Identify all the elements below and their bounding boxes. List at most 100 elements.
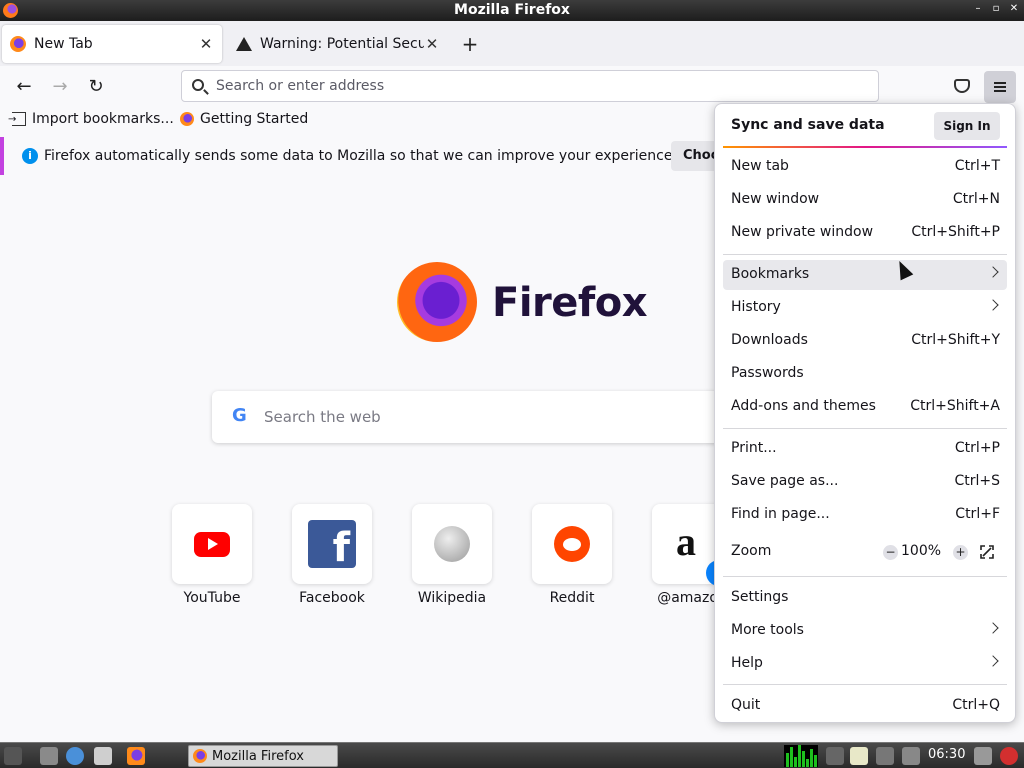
menu-item-label: Help [731,655,763,671]
maximize-button[interactable]: ▫ [990,3,1002,14]
volume-icon[interactable] [826,747,844,765]
menu-sync-header: Sync and save data Sign In [715,104,1015,148]
close-window-button[interactable]: ✕ [1008,3,1020,14]
tab-label: Warning: Potential Securi [260,36,424,52]
web-search-box[interactable]: G [212,391,752,443]
menu-item-find-in-page[interactable]: Find in page... Ctrl+F [723,500,1007,530]
chevron-right-icon [987,622,999,634]
menu-item-label: Bookmarks [731,266,810,282]
sign-in-button[interactable]: Sign In [934,112,1000,140]
window-controls: – ▫ ✕ [972,3,1020,14]
zoom-out-button[interactable]: − [883,545,898,560]
file-manager-icon[interactable] [94,747,112,765]
power-icon[interactable] [1000,747,1018,765]
menu-item-label: More tools [731,622,804,638]
menu-item-label: Downloads [731,332,808,348]
firefox-icon [193,749,207,763]
menu-separator [723,428,1007,429]
tab-strip: New Tab ✕ Warning: Potential Securi ✕ + [0,21,1024,66]
fullscreen-icon[interactable] [980,545,994,559]
address-bar[interactable] [181,70,879,102]
firefox-logo-icon [397,262,477,342]
menu-item-shortcut: Ctrl+Shift+P [911,224,1000,240]
menu-item-label: Zoom [731,543,772,559]
minimize-button[interactable]: – [972,3,984,14]
bookmark-label: Import bookmarks... [32,111,174,127]
close-tab-icon[interactable]: ✕ [198,35,214,53]
facebook-icon: f [308,520,356,568]
search-icon [192,79,204,91]
window-title: Mozilla Firefox [454,2,570,18]
zoom-level[interactable]: 100% [901,543,941,559]
tab-new-tab[interactable]: New Tab ✕ [2,25,222,63]
network-icon[interactable] [902,747,920,765]
window-titlebar: Mozilla Firefox – ▫ ✕ [0,0,1024,21]
menu-item-save-page[interactable]: Save page as... Ctrl+S [723,467,1007,497]
menu-item-addons-themes[interactable]: Add-ons and themes Ctrl+Shift+A [723,392,1007,422]
chevron-right-icon [987,655,999,667]
app-menu-button[interactable] [984,71,1016,103]
forward-button[interactable]: → [46,73,74,101]
top-site-tile[interactable] [532,504,612,584]
warning-icon [236,36,252,52]
top-site-label: YouTube [183,590,241,606]
web-search-input[interactable] [264,405,714,429]
navigation-toolbar: ← → ↻ [0,66,1024,106]
menu-item-shortcut: Ctrl+F [955,506,1000,522]
top-site-reddit[interactable]: Reddit [532,504,612,606]
bookmark-import[interactable]: → Import bookmarks... [8,111,174,127]
sync-accent-bar [723,146,1007,148]
menu-item-print[interactable]: Print... Ctrl+P [723,434,1007,464]
bookmark-getting-started[interactable]: Getting Started [180,111,308,127]
tab-warning[interactable]: Warning: Potential Securi ✕ [228,25,448,63]
menu-item-new-tab[interactable]: New tab Ctrl+T [723,152,1007,182]
back-button[interactable]: ← [10,73,38,101]
system-taskbar: Mozilla Firefox 06:30 [0,742,1024,768]
youtube-icon [194,532,230,557]
menu-item-zoom: Zoom − 100% + [723,537,1007,567]
close-tab-icon[interactable]: ✕ [424,35,440,53]
top-site-youtube[interactable]: YouTube [172,504,252,606]
top-site-tile[interactable]: f [292,504,372,584]
menu-item-label: Quit [731,697,761,713]
menu-item-new-private-window[interactable]: New private window Ctrl+Shift+P [723,218,1007,248]
menu-item-new-window[interactable]: New window Ctrl+N [723,185,1007,215]
top-site-wikipedia[interactable]: Wikipedia [412,504,492,606]
app-menu-panel: Sync and save data Sign In New tab Ctrl+… [714,103,1016,723]
taskbar-clock: 06:30 [928,747,966,762]
browser-launcher-icon[interactable] [66,747,84,765]
firefox-launcher-icon[interactable] [127,747,145,765]
search-tray-icon[interactable] [876,747,894,765]
menu-item-shortcut: Ctrl+Q [952,697,1000,713]
menu-item-help[interactable]: Help [723,649,1007,679]
user-icon[interactable] [974,747,992,765]
import-icon: → [8,112,26,126]
pocket-icon[interactable] [954,79,970,93]
menu-item-quit[interactable]: Quit Ctrl+Q [723,691,1007,721]
menu-item-label: Print... [731,440,777,456]
clipboard-icon[interactable] [850,747,868,765]
start-menu-icon[interactable] [4,747,22,765]
address-input[interactable] [216,75,856,97]
menu-separator [723,576,1007,577]
menu-item-downloads[interactable]: Downloads Ctrl+Shift+Y [723,326,1007,356]
menu-item-bookmarks[interactable]: Bookmarks [723,260,1007,290]
show-desktop-icon[interactable] [40,747,58,765]
top-site-label: Wikipedia [417,590,487,606]
menu-item-passwords[interactable]: Passwords [723,359,1007,389]
firefox-wordmark: Firefox [492,280,648,326]
zoom-in-button[interactable]: + [953,545,968,560]
bookmark-label: Getting Started [200,111,309,127]
notification-message: Firefox automatically sends some data to… [44,148,677,164]
top-site-facebook[interactable]: f Facebook [292,504,372,606]
taskbar-task-firefox[interactable]: Mozilla Firefox [188,745,338,767]
reload-button[interactable]: ↻ [82,73,110,101]
menu-item-label: New tab [731,158,789,174]
menu-item-settings[interactable]: Settings [723,583,1007,613]
network-monitor-icon [784,745,818,767]
top-site-tile[interactable] [172,504,252,584]
top-site-tile[interactable] [412,504,492,584]
menu-item-history[interactable]: History [723,293,1007,323]
menu-item-more-tools[interactable]: More tools [723,616,1007,646]
new-tab-button[interactable]: + [458,33,482,57]
